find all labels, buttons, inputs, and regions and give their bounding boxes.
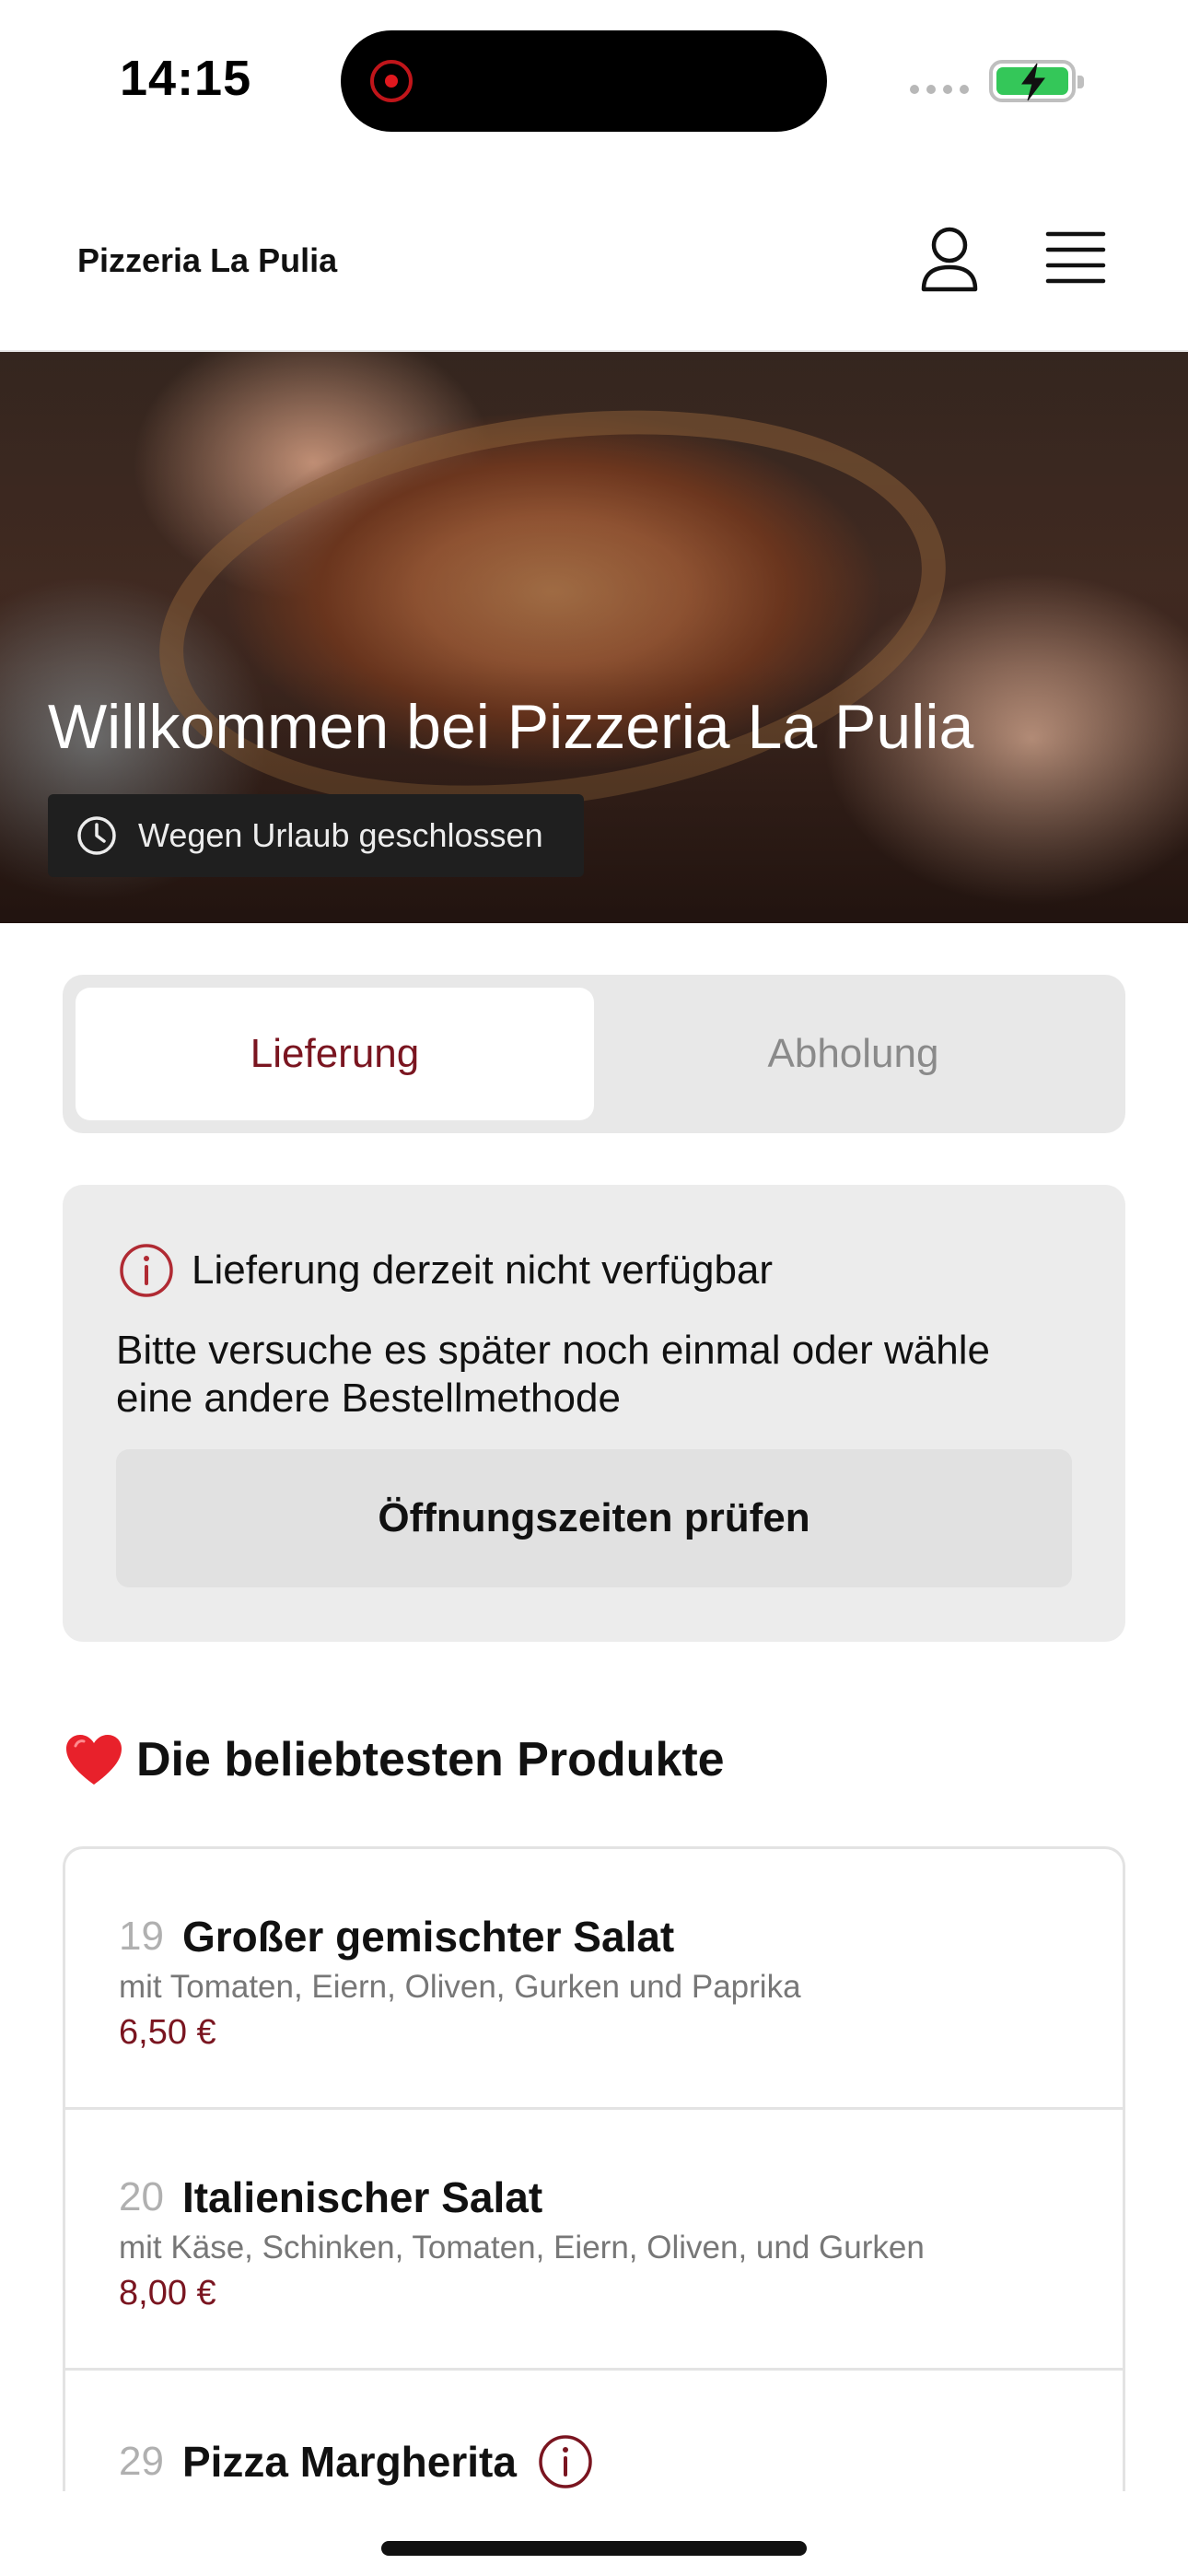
hamburger-menu-icon[interactable] [1037,227,1112,291]
home-indicator[interactable] [381,2541,807,2556]
hero-banner: Willkommen bei Pizzeria La Pulia Wegen U… [0,352,1188,923]
status-badge-label: Wegen Urlaub geschlossen [138,816,543,854]
user-icon[interactable] [912,221,987,297]
brand-name[interactable]: Pizzeria La Pulia [77,241,337,280]
status-badge: Wegen Urlaub geschlossen [48,794,584,877]
product-item[interactable]: 29 Pizza Margherita [65,2371,1123,2491]
product-name: Großer gemischter Salat [181,1913,675,1961]
signal-icon [910,85,969,94]
info-circle-icon [120,1244,173,1297]
tab-pickup[interactable]: Abholung [594,988,1112,1120]
product-info-icon[interactable] [537,2433,594,2490]
product-list: 19 Großer gemischter Salat mit Tomaten, … [63,1846,1125,2491]
product-number: 20 [119,2174,164,2219]
popular-products-title: Die beliebtesten Produkte [136,1733,725,1786]
check-opening-hours-button[interactable]: Öffnungszeiten prüfen [116,1449,1072,1587]
product-description: mit Tomaten, Eiern, Oliven, Gurken und P… [119,1969,801,2005]
hero-title: Willkommen bei Pizzeria La Pulia [48,692,974,762]
notice-body: Bitte versuche es später noch einmal ode… [116,1328,990,1421]
product-number: 19 [119,1914,164,1959]
status-time: 14:15 [120,51,252,106]
tab-delivery[interactable]: Lieferung [76,988,594,1120]
product-item[interactable]: 19 Großer gemischter Salat mit Tomaten, … [65,1849,1123,2110]
battery-charging-icon [989,60,1084,102]
product-description: mit Käse, Schinken, Tomaten, Eiern, Oliv… [119,2230,925,2266]
screen-recording-icon [370,60,413,102]
product-price: 6,50 € [119,2013,216,2052]
product-price: 8,00 € [119,2274,216,2313]
status-bar: 14:15 [0,0,1188,157]
dynamic-island [341,30,827,132]
product-number: 29 [119,2439,164,2484]
popular-products-heading: Die beliebtesten Produkte [64,1732,725,1787]
product-name: Italienischer Salat [181,2173,543,2221]
app-header: Pizzeria La Pulia [0,157,1188,352]
heart-icon [66,1735,122,1785]
clock-icon [77,816,116,855]
delivery-unavailable-notice: Lieferung derzeit nicht verfügbar Bitte … [63,1185,1125,1642]
product-item[interactable]: 20 Italienischer Salat mit Käse, Schinke… [65,2110,1123,2371]
product-name: Pizza Margherita [181,2438,517,2486]
order-mode-switch: Lieferung Abholung [63,975,1125,1133]
notice-title: Lieferung derzeit nicht verfügbar [192,1247,774,1293]
